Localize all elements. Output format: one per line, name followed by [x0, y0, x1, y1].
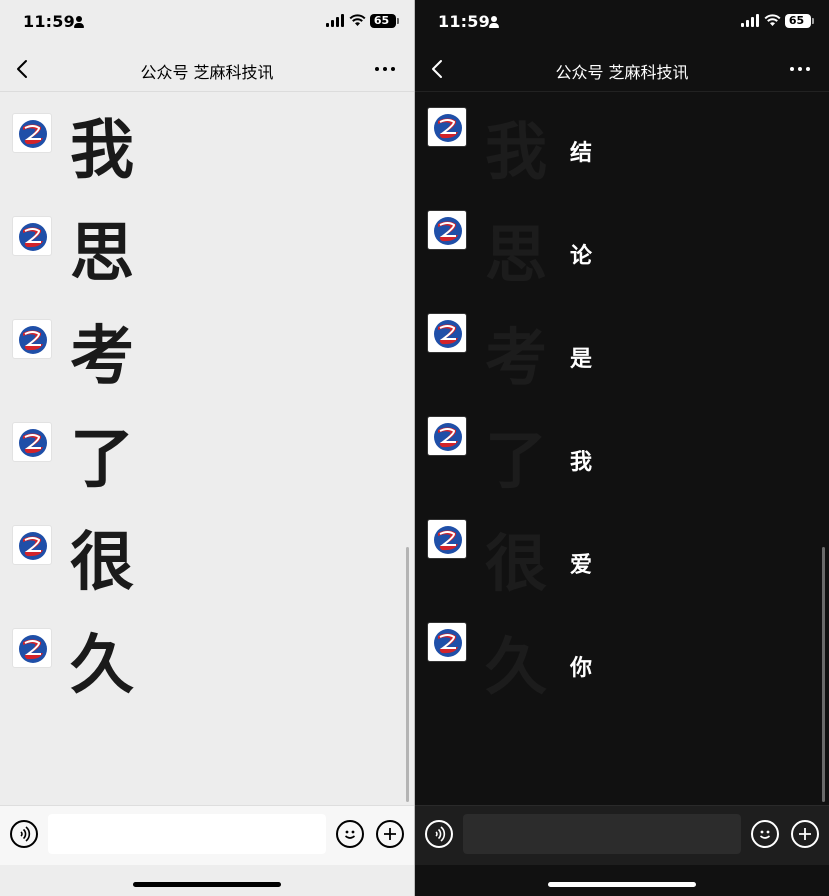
brand-logo-icon[interactable]	[12, 422, 52, 462]
message-character: 爱	[570, 553, 593, 578]
hidden-character: 久	[485, 630, 548, 703]
wifi-icon	[349, 14, 366, 26]
message-character: 我	[70, 114, 134, 188]
more-dots-icon[interactable]	[789, 60, 811, 78]
status-bar: 11:59 65	[0, 10, 414, 36]
hidden-character: 了	[485, 424, 548, 497]
emoji-icon[interactable]	[336, 820, 364, 848]
brand-logo-icon[interactable]	[427, 313, 467, 353]
battery-level: 65	[788, 14, 805, 27]
message-character: 你	[570, 656, 593, 681]
signal-icon	[741, 14, 760, 27]
brand-logo-icon[interactable]	[12, 319, 52, 359]
message-character: 结	[570, 141, 593, 166]
status-time: 11:59	[23, 12, 75, 31]
page-title: 公众号 芝麻科技讯	[140, 63, 274, 82]
message-character: 久	[70, 629, 134, 703]
scrollbar[interactable]	[822, 547, 825, 802]
home-indicator[interactable]	[548, 882, 696, 887]
brand-logo-icon[interactable]	[12, 628, 52, 668]
nav-bar: 公众号 芝麻科技讯	[0, 46, 414, 92]
battery-level: 65	[373, 14, 390, 27]
message-input[interactable]	[463, 814, 741, 854]
hidden-character: 思	[485, 218, 548, 291]
more-dots-icon[interactable]	[374, 60, 396, 78]
message-character: 思	[70, 217, 134, 291]
hidden-character: 我	[485, 115, 548, 188]
message-character: 我	[570, 450, 593, 475]
brand-logo-icon[interactable]	[427, 107, 467, 147]
status-bar: 11:59 65	[415, 10, 829, 36]
hidden-character: 很	[485, 527, 548, 600]
message-character: 是	[570, 347, 593, 372]
message-character: 很	[70, 526, 134, 600]
scrollbar[interactable]	[406, 547, 409, 802]
brand-logo-icon[interactable]	[427, 210, 467, 250]
dark-mode-screen: 11:59 65 公众号 芝麻科技讯 我 思 考 了 很 久 结 论 是 我 爱…	[415, 0, 829, 896]
wifi-icon	[764, 14, 781, 26]
voice-icon[interactable]	[425, 820, 453, 848]
voice-icon[interactable]	[10, 820, 38, 848]
brand-logo-icon[interactable]	[12, 113, 52, 153]
plus-icon[interactable]	[376, 820, 404, 848]
brand-logo-icon[interactable]	[12, 216, 52, 256]
nav-bar: 公众号 芝麻科技讯	[415, 46, 829, 92]
message-character: 论	[570, 244, 593, 269]
hidden-character: 考	[485, 321, 548, 394]
input-bar	[0, 805, 414, 865]
status-time: 11:59	[438, 12, 490, 31]
battery-icon: 65	[370, 14, 399, 28]
battery-icon: 65	[785, 14, 814, 28]
message-character: 了	[70, 423, 134, 497]
person-icon	[488, 15, 500, 29]
plus-icon[interactable]	[791, 820, 819, 848]
light-mode-screen: 11:59 65 公众号 芝麻科技讯 我 思 考 了 很 久	[0, 0, 414, 896]
brand-logo-icon[interactable]	[427, 622, 467, 662]
message-input[interactable]	[48, 814, 326, 854]
signal-icon	[326, 14, 345, 27]
message-character: 考	[70, 320, 134, 394]
person-icon	[73, 15, 85, 29]
brand-logo-icon[interactable]	[427, 416, 467, 456]
input-bar	[415, 805, 829, 865]
home-indicator[interactable]	[133, 882, 281, 887]
brand-logo-icon[interactable]	[427, 519, 467, 559]
brand-logo-icon[interactable]	[12, 525, 52, 565]
page-title: 公众号 芝麻科技讯	[555, 63, 689, 82]
emoji-icon[interactable]	[751, 820, 779, 848]
